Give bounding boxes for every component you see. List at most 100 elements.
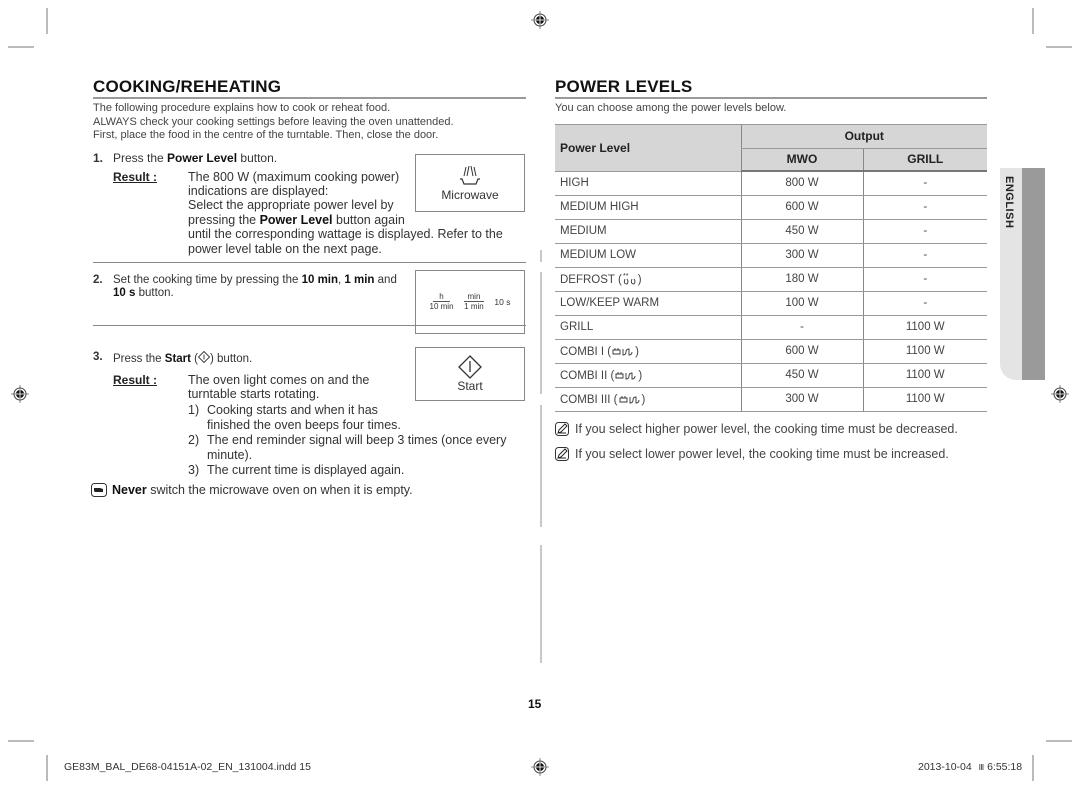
- header-output: Output: [740, 123, 987, 149]
- list-item: 1) Cooking starts and when it has finished…: [188, 403, 526, 433]
- page-number: 15: [528, 697, 542, 711]
- grill-output-cell: -: [862, 171, 987, 196]
- intro-text: You can choose among the power levels be…: [555, 102, 787, 114]
- power-level-cell: DEFROST (**): [555, 267, 741, 292]
- note-pencil-icon: [555, 422, 569, 436]
- crop-mark: [1046, 46, 1072, 48]
- crop-mark: [8, 740, 34, 742]
- intro-line: ALWAYS check your cooking settings befor…: [93, 115, 454, 128]
- button-label-top: h: [433, 292, 450, 302]
- power-level-name: COMBI I: [560, 345, 605, 358]
- power-level-name: COMBI III: [560, 393, 611, 406]
- result-label: Result :: [113, 372, 158, 387]
- step-number: 2.: [93, 273, 103, 286]
- mwo-output-cell: 800 W: [740, 171, 863, 196]
- cooking-reheating-section: COOKING/REHEATING The following procedur…: [91, 78, 526, 498]
- note: If you select lower power level, the coo…: [555, 442, 987, 467]
- note-text: If you select higher power level, the co…: [575, 422, 958, 436]
- grill-output-cell: 1100 W: [862, 315, 987, 340]
- registration-mark-icon: [1051, 385, 1069, 403]
- table-body: HIGH 800 W - MEDIUM HIGH 600 W - MEDIUM 450 W-M…: [555, 171, 987, 412]
- mwo-output-cell: 300 W: [740, 387, 863, 412]
- side-tab-dark: [1022, 168, 1045, 380]
- power-level-cell: MEDIUM: [555, 219, 741, 244]
- mwo-output-cell: 600 W: [740, 339, 863, 364]
- power-level-cell: COMBI III (): [555, 387, 741, 412]
- text: ) button.: [210, 352, 253, 365]
- section-title: COOKING/REHEATING: [93, 78, 526, 99]
- step-1: 1. Press the Power Level button. Result …: [93, 151, 526, 263]
- power-level-name: GRILL: [560, 321, 594, 333]
- text-line: until the corresponding wattage is displ…: [188, 227, 503, 242]
- warning-note: Never switch the microwave oven on when …: [91, 483, 526, 498]
- grill-output-cell: 1100 W: [862, 363, 987, 388]
- table-row: GRILL -1100 W: [555, 315, 987, 340]
- icon-wrapper: (**): [614, 273, 642, 286]
- grill-output-cell: 1100 W: [862, 339, 987, 364]
- step-2: 2. Set the cooking time by pressing the …: [93, 269, 526, 342]
- crop-mark: [1032, 755, 1034, 781]
- header-power-level: Power Level: [555, 123, 741, 172]
- combi-icon: [615, 371, 636, 379]
- list-item: 2) The end reminder signal will beep 3 ti…: [188, 433, 526, 463]
- table-row: COMBI I () 600 W 1100 W: [555, 339, 987, 364]
- grill-output-cell: -: [862, 291, 987, 316]
- start-icon: [197, 350, 211, 363]
- text: (: [190, 352, 199, 365]
- start-icon: [458, 354, 482, 379]
- header-grill: GRILL: [862, 147, 987, 172]
- table-row: MEDIUM HIGH 600 W-: [555, 195, 987, 220]
- result-label: Result :: [113, 169, 158, 184]
- intro-text: The following procedure explains how to …: [93, 102, 526, 143]
- icon-wrapper: (): [610, 393, 646, 406]
- microwave-panel-illustration: Microwave: [415, 153, 525, 212]
- power-level-cell: MEDIUM LOW: [555, 243, 741, 268]
- grill-output-cell: -: [862, 267, 987, 292]
- power-level-cell: LOW/KEEP WARM: [555, 291, 741, 316]
- text-line: power level table on the next page.: [188, 241, 382, 256]
- power-level-cell: COMBI I (): [555, 339, 741, 364]
- text-line: The end reminder signal will beep 3 time…: [207, 433, 507, 448]
- mwo-output-cell: 450 W: [740, 219, 863, 244]
- registration-mark-icon: [531, 758, 549, 776]
- seconds-button: 10 s: [494, 296, 511, 307]
- minute-button: min 1 min: [463, 292, 485, 311]
- mwo-output-cell: -: [740, 315, 863, 340]
- note: If you select higher power level, the co…: [555, 417, 987, 442]
- pointing-hand-icon: [91, 483, 107, 498]
- power-level-cell: MEDIUM HIGH: [555, 195, 741, 220]
- list-item: 3) The current time is displayed again.: [188, 463, 526, 478]
- section-title: POWER LEVELS: [555, 78, 987, 99]
- intro-line: The following procedure explains how to …: [93, 102, 391, 114]
- button-name: Power Level: [259, 212, 333, 227]
- panel-label: Microwave: [441, 187, 499, 202]
- text: button.: [135, 286, 174, 299]
- notes: If you select higher power level, the co…: [555, 417, 987, 467]
- center-fold-line: [540, 405, 542, 527]
- text-line: minute).: [207, 448, 253, 463]
- footer-time-glyph: Ⅲ: [978, 763, 985, 772]
- mwo-output-cell: 300 W: [740, 243, 863, 268]
- power-levels-table: Power Level Output MWO GRILL HIGH 800 W-M…: [555, 123, 987, 412]
- table-row: MEDIUM 450 W-: [555, 219, 987, 244]
- registration-mark-icon: [531, 11, 549, 29]
- button-name: Power Level: [167, 150, 238, 165]
- crop-mark: [8, 46, 34, 48]
- text: Set the cooking time by pressing the: [113, 273, 302, 286]
- button-label-bottom: 1 min: [464, 302, 484, 311]
- list-number: 3): [188, 463, 200, 478]
- icon-wrapper: (): [607, 369, 643, 382]
- button-name: 10 s: [113, 286, 136, 299]
- hour-button: h 10 min: [430, 292, 454, 311]
- text: Press the: [113, 150, 168, 165]
- power-level-name: MEDIUM: [560, 225, 607, 237]
- text-line: Cooking starts and when it has: [207, 403, 378, 418]
- button-name: 10 min: [301, 273, 339, 286]
- button-label-bottom: 10 min: [429, 302, 454, 311]
- divider: [93, 262, 526, 263]
- language-label: ENGLISH: [1003, 176, 1015, 229]
- power-level-cell: GRILL: [555, 315, 741, 340]
- crop-mark: [1032, 8, 1034, 34]
- footer-date: 2013-10-04: [918, 761, 972, 773]
- power-level-name: HIGH: [560, 177, 589, 189]
